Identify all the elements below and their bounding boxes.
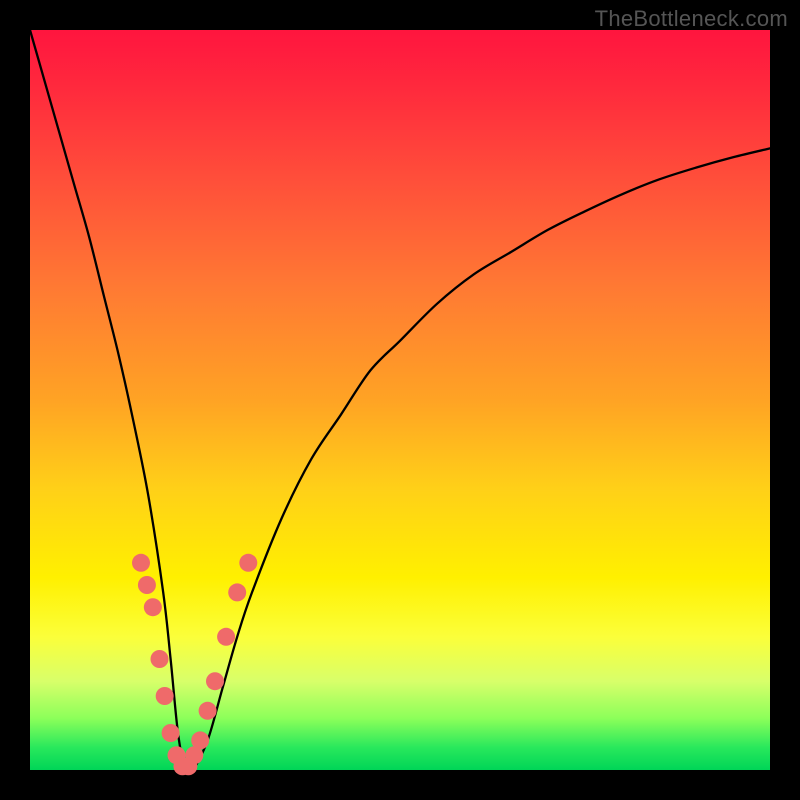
plot-area	[30, 30, 770, 770]
marker-dot	[206, 672, 224, 690]
marker-dot	[138, 576, 156, 594]
highlight-markers	[132, 554, 257, 776]
marker-dot	[132, 554, 150, 572]
marker-dot	[156, 687, 174, 705]
marker-dot	[217, 628, 235, 646]
marker-dot	[199, 702, 217, 720]
curve-svg	[30, 30, 770, 770]
marker-dot	[144, 598, 162, 616]
chart-frame: TheBottleneck.com	[0, 0, 800, 800]
marker-dot	[151, 650, 169, 668]
marker-dot	[228, 583, 246, 601]
watermark-text: TheBottleneck.com	[595, 6, 788, 32]
marker-dot	[191, 731, 209, 749]
marker-dot	[239, 554, 257, 572]
marker-dot	[162, 724, 180, 742]
bottleneck-curve	[30, 30, 770, 774]
